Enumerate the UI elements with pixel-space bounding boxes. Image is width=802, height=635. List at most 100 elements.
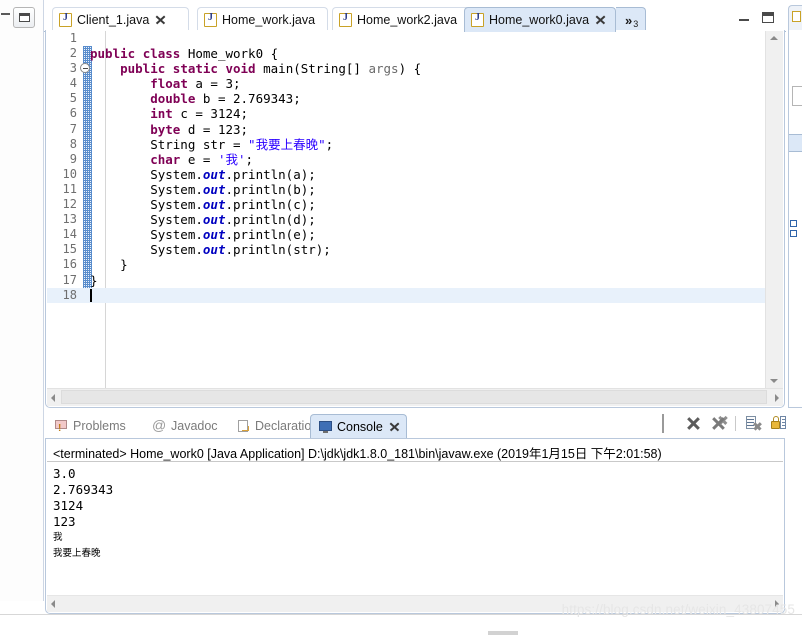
scroll-left-icon[interactable]: [51, 600, 55, 608]
line-number: 3: [69, 61, 77, 76]
stop-icon: [662, 414, 664, 433]
eclipse-window: Client_1.java Home_work.java Home_work2.…: [0, 0, 802, 635]
code-text: System.out.println(c);: [90, 197, 316, 213]
minimize-editor-button[interactable]: [739, 12, 749, 21]
tab-javadoc[interactable]: Javadoc: [148, 414, 222, 438]
close-icon[interactable]: [155, 15, 165, 25]
code-line[interactable]: 12 System.out.println(c);: [47, 197, 765, 212]
editor-tab-label: Home_work.java: [222, 13, 316, 27]
code-text: byte d = 123;: [150, 121, 249, 137]
remove-all-terminated-button[interactable]: [710, 415, 726, 431]
code-line[interactable]: 15 System.out.println(str);: [47, 242, 765, 257]
page-icon: [780, 416, 786, 429]
java-file-icon: [339, 12, 352, 27]
line-number: 7: [69, 121, 77, 136]
console-output-line: 我要上春晚: [53, 548, 101, 559]
code-line[interactable]: 1: [47, 31, 765, 46]
close-icon[interactable]: [389, 422, 399, 432]
editor-horizontal-scrollbar[interactable]: [47, 388, 783, 406]
java-file-icon: [204, 12, 217, 27]
code-editor-surface[interactable]: 1 2 public class Home_work0 {3 public stat…: [47, 31, 765, 388]
code-line[interactable]: 11 System.out.println(b);: [47, 182, 765, 197]
line-number: 6: [69, 106, 77, 121]
minimize-icon[interactable]: [1, 13, 10, 15]
editor-vertical-scrollbar[interactable]: [765, 31, 783, 388]
console-divider: [47, 461, 783, 462]
scroll-right-icon[interactable]: [775, 394, 779, 402]
console-output-line: 3.0: [53, 466, 76, 481]
code-line[interactable]: 13 System.out.println(d);: [47, 212, 765, 227]
code-line[interactable]: 18: [47, 287, 765, 303]
lock-icon: [771, 421, 780, 429]
line-number: 9: [69, 151, 77, 166]
close-icon[interactable]: [595, 15, 605, 25]
code-line[interactable]: 5 double b = 2.769343;: [47, 91, 765, 106]
code-line[interactable]: 7 byte d = 123;: [47, 122, 765, 137]
editor-tab-overflow-button[interactable]: » 3: [616, 7, 647, 32]
line-number: 1: [69, 31, 77, 45]
line-number: 2: [69, 46, 77, 61]
code-line[interactable]: 2 public class Home_work0 {: [47, 46, 765, 61]
tab-label: Declaration: [255, 419, 319, 433]
left-view-stack-controls: [0, 4, 44, 32]
console-toolbar: [660, 414, 786, 433]
maximize-editor-button[interactable]: [762, 12, 774, 23]
code-line[interactable]: 9 char e = '我';: [47, 152, 765, 167]
console-output: 3.0 2.769343 3124 123 我我要上春晚: [53, 466, 113, 562]
code-line[interactable]: 14 System.out.println(e);: [47, 227, 765, 242]
tab-problems[interactable]: Problems: [50, 414, 130, 438]
right-view-stack: [788, 2, 802, 408]
editor-body: 1 2 public class Home_work0 {3 public stat…: [45, 30, 785, 408]
code-text: public class Home_work0 {: [90, 46, 279, 62]
clear-icon: [753, 422, 761, 430]
scroll-down-icon[interactable]: [770, 379, 778, 383]
restore-icon: [19, 13, 30, 22]
code-text: System.out.println(a);: [90, 166, 316, 182]
console-view-tabbar: Problems Javadoc Declaration Console: [44, 412, 786, 438]
terminate-button[interactable]: [660, 414, 676, 433]
editor-tab-homework[interactable]: Home_work.java: [197, 7, 328, 32]
right-panel-marker-icon: [790, 220, 797, 227]
console-body[interactable]: <terminated> Home_work0 [Java Applicatio…: [45, 438, 785, 614]
toolbar-divider: [735, 415, 736, 431]
code-line[interactable]: 16 }: [47, 257, 765, 272]
right-panel-search-input[interactable]: [792, 86, 802, 106]
line-number: 5: [69, 91, 77, 106]
code-line[interactable]: 3 public static void main(String[] args)…: [47, 61, 765, 76]
code-line[interactable]: 17}: [47, 273, 765, 288]
fold-collapse-icon[interactable]: [80, 63, 90, 74]
code-line[interactable]: 8 String str = "我要上春晚";: [47, 137, 765, 152]
right-panel-marker-icon: [790, 230, 797, 237]
clear-console-button[interactable]: [745, 415, 761, 431]
tab-declaration[interactable]: Declaration: [232, 414, 322, 438]
restore-view-button[interactable]: [13, 7, 35, 28]
editor-tab-label: Home_work2.java: [357, 13, 458, 27]
text-caret: [90, 288, 92, 302]
scroll-lock-button[interactable]: [770, 415, 786, 431]
code-text: System.out.println(b);: [90, 181, 316, 197]
line-number: 15: [62, 242, 77, 257]
scroll-up-icon[interactable]: [770, 36, 778, 40]
editor-tab-homework0-active[interactable]: Home_work0.java: [464, 7, 616, 32]
editor-tab-client1[interactable]: Client_1.java: [52, 7, 189, 32]
code-text: double b = 2.769343;: [150, 91, 301, 107]
editor-tab-homework2[interactable]: Home_work2.java: [332, 7, 470, 32]
bottom-scroll-tick: [488, 631, 518, 635]
left-view-stack: [0, 0, 44, 601]
code-line[interactable]: 6 int c = 3124;: [47, 106, 765, 121]
tab-label: Javadoc: [171, 419, 218, 433]
line-number: 17: [62, 272, 77, 287]
right-panel-body: [788, 30, 802, 408]
right-panel-tab[interactable]: [788, 5, 802, 30]
code-text: System.out.println(d);: [90, 212, 316, 228]
remove-launch-button[interactable]: [685, 415, 701, 431]
code-line[interactable]: 10 System.out.println(a);: [47, 167, 765, 182]
tab-console[interactable]: Console: [310, 414, 407, 438]
editor-tab-label: Client_1.java: [77, 13, 150, 27]
watermark: https://blog.csdn.net/weixin_43807455: [561, 602, 795, 617]
horizontal-scroll-thumb[interactable]: [61, 390, 767, 404]
scroll-left-icon[interactable]: [51, 394, 55, 402]
code-line[interactable]: 4 float a = 3;: [47, 76, 765, 91]
tab-label: Console: [337, 419, 383, 434]
right-panel-selected-row[interactable]: [789, 134, 802, 152]
